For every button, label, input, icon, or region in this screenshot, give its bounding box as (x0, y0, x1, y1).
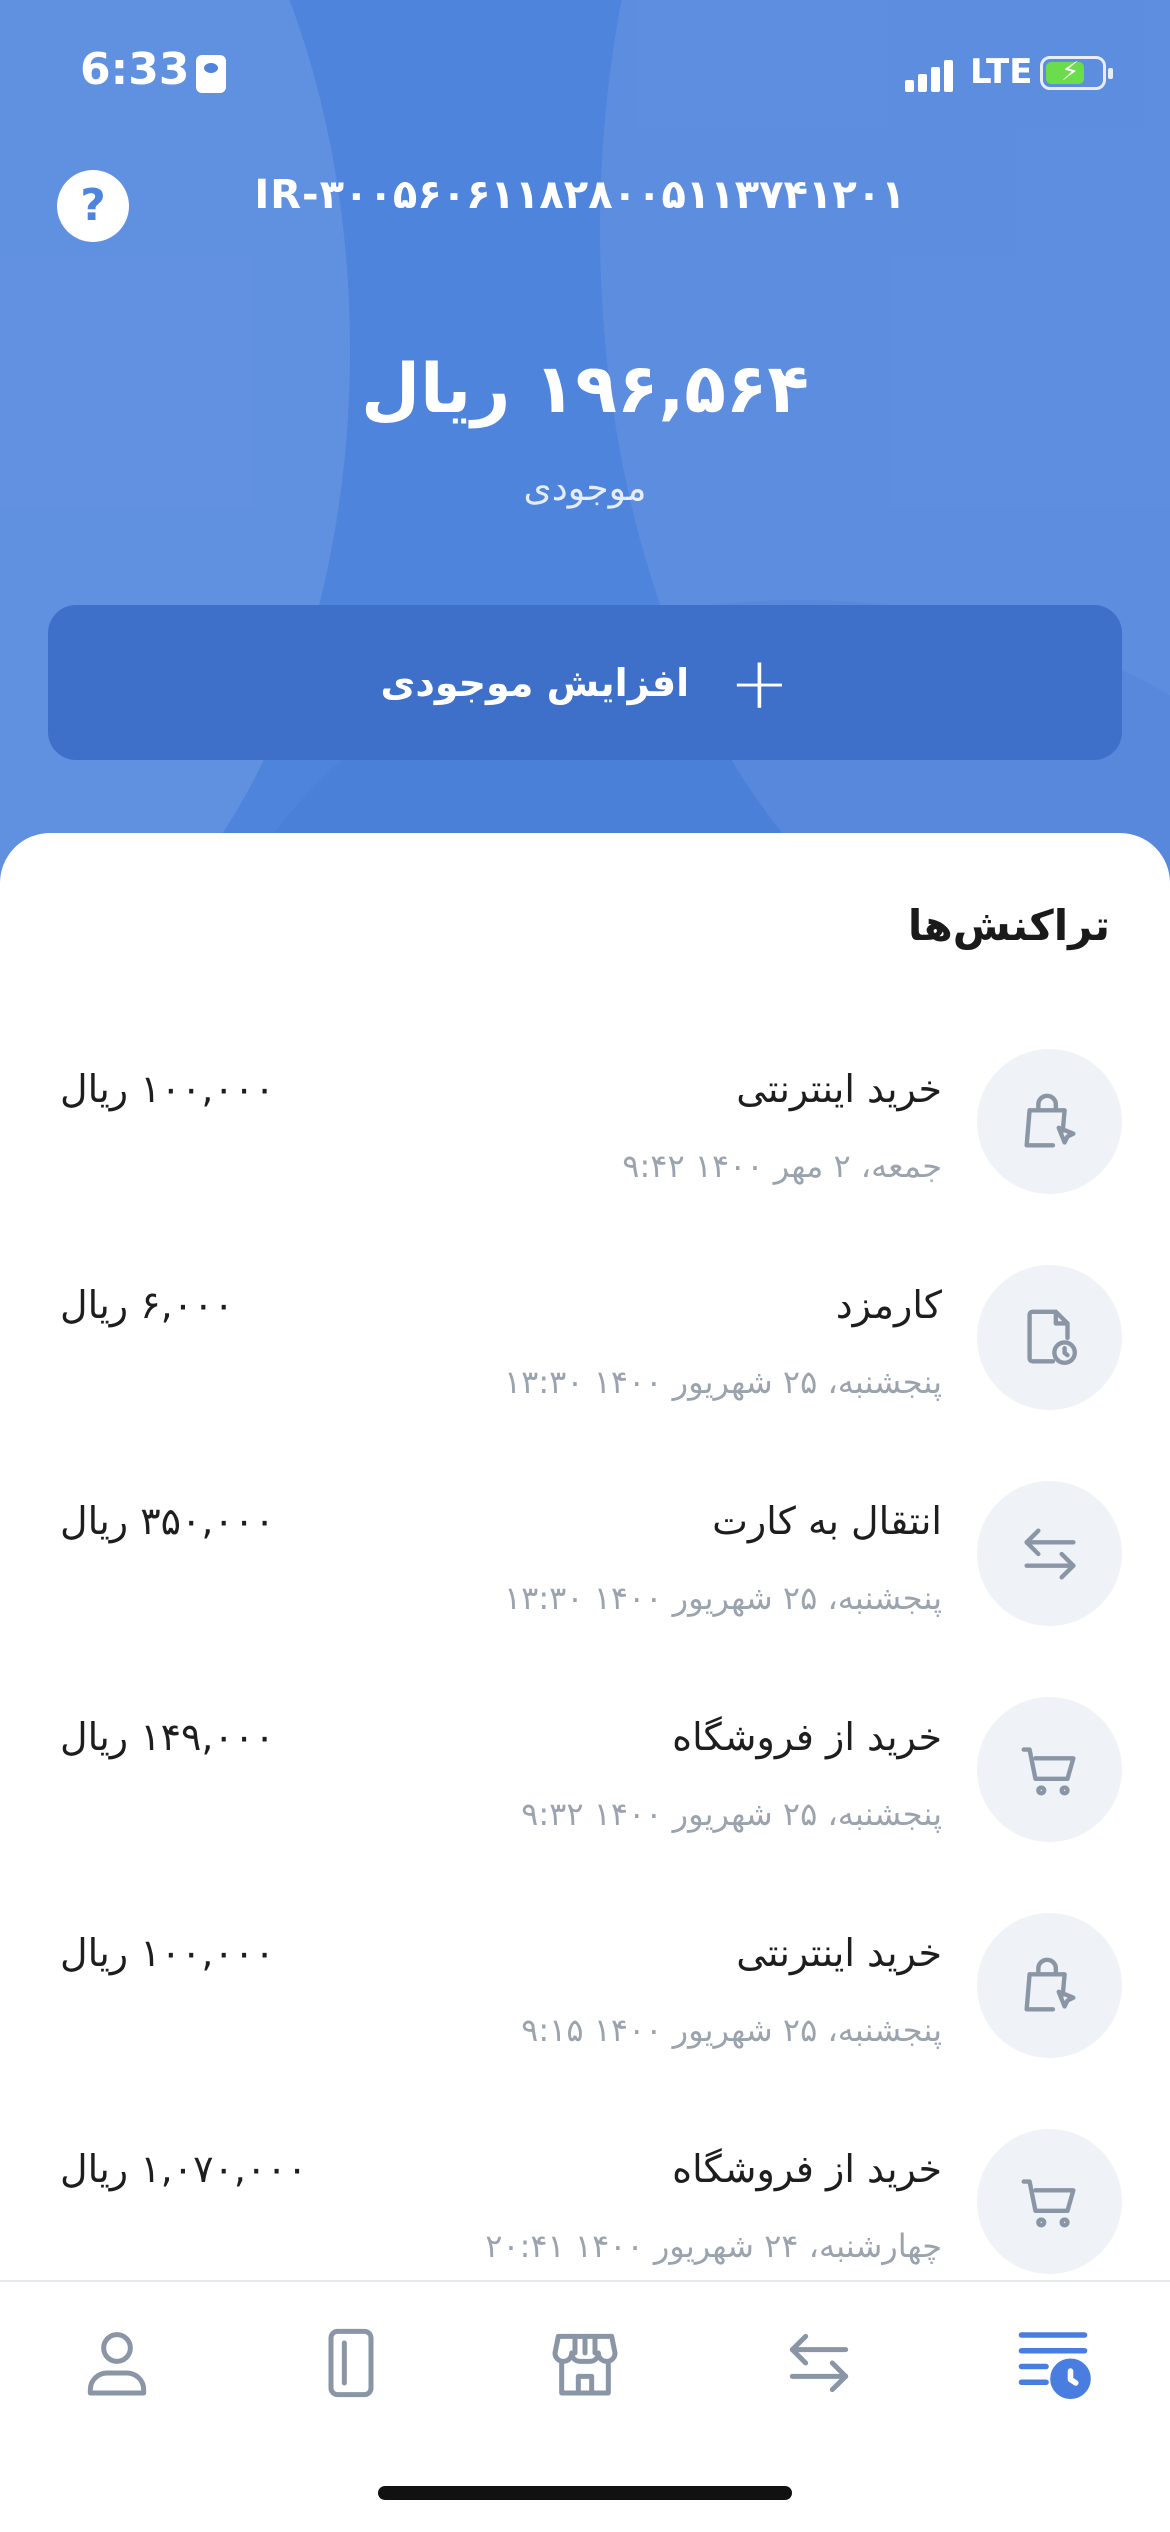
header-panel: 6:33 LTE ⚡ ? IR-۳۰۰۵۶۰۶۱۱۸۲۸۰۰۵۱۱۳۷۴۱۲۰۱… (0, 0, 1170, 900)
signal-icon (905, 60, 955, 92)
balance-amount: ۱۹۶,۵۶۴ ریال (361, 350, 809, 429)
status-bar: 6:33 LTE ⚡ (0, 0, 1170, 150)
transaction-row[interactable]: خرید از فروشگاه پنجشنبه، ۲۵ شهریور ۱۴۰۰ … (0, 1697, 1170, 1897)
nav-store[interactable] (540, 2318, 630, 2408)
section-title: تراکنش‌ها (907, 901, 1110, 950)
shopping-bag-cursor-icon (977, 1049, 1122, 1194)
topup-button[interactable]: + افزایش موجودی (48, 605, 1122, 760)
user-icon (87, 2332, 147, 2396)
transaction-amount: ۱۰۰,۰۰۰ ریال (60, 1067, 275, 1111)
transaction-amount: ۱,۰۷۰,۰۰۰ ریال (60, 2147, 308, 2191)
transaction-date: پنجشنبه، ۲۵ شهریور ۱۴۰۰ ۱۳:۳۰ (503, 1579, 942, 1617)
transaction-title: کارمزد (835, 1283, 942, 1327)
transaction-date: جمعه، ۲ مهر ۱۴۰۰ ۹:۴۲ (622, 1147, 942, 1185)
transaction-title: خرید اینترنتی (736, 1931, 942, 1975)
plus-icon: + (729, 640, 790, 725)
document-clock-icon (977, 1265, 1122, 1410)
nav-profile[interactable] (72, 2318, 162, 2408)
network-label: LTE (970, 52, 1033, 92)
cart-icon (977, 2129, 1122, 2274)
help-button[interactable]: ? (57, 170, 129, 242)
transaction-amount: ۱۰۰,۰۰۰ ریال (60, 1931, 275, 1975)
transaction-title: خرید اینترنتی (736, 1067, 942, 1111)
transaction-row[interactable]: کارمزد پنجشنبه، ۲۵ شهریور ۱۴۰۰ ۱۳:۳۰ ۶,۰… (0, 1265, 1170, 1465)
transaction-date: چهارشنبه، ۲۴ شهریور ۱۴۰۰ ۲۰:۴۱ (485, 2227, 942, 2265)
home-indicator (378, 2486, 792, 2500)
transaction-title: انتقال به کارت (712, 1499, 942, 1543)
transactions-sheet: تراکنش‌ها خرید اینترنتی جمعه، ۲ مهر ۱۴۰۰… (0, 833, 1170, 2532)
topup-label: افزایش موجودی (380, 660, 690, 705)
shopping-bag-cursor-icon (977, 1913, 1122, 2058)
nav-cards[interactable] (306, 2318, 396, 2408)
balance-label: موجودی (523, 468, 647, 509)
transaction-date: پنجشنبه، ۲۵ شهریور ۱۴۰۰ ۹:۱۵ (521, 2011, 942, 2049)
iban-number: IR-۳۰۰۵۶۰۶۱۱۸۲۸۰۰۵۱۱۳۷۴۱۲۰۱ (254, 172, 906, 218)
store-icon (552, 2333, 618, 2396)
nav-transfer[interactable] (774, 2318, 864, 2408)
status-time: 6:33 (80, 44, 190, 95)
card-icon (328, 2328, 374, 2398)
transaction-date: پنجشنبه، ۲۵ شهریور ۱۴۰۰ ۹:۳۲ (521, 1795, 942, 1833)
id-card-icon (196, 55, 226, 93)
transfer-arrows-icon (977, 1481, 1122, 1626)
transaction-row[interactable]: خرید اینترنتی جمعه، ۲ مهر ۱۴۰۰ ۹:۴۲ ۱۰۰,… (0, 1049, 1170, 1249)
transaction-amount: ۶,۰۰۰ ریال (60, 1283, 234, 1327)
transaction-title: خرید از فروشگاه (672, 2147, 942, 2191)
transaction-date: پنجشنبه، ۲۵ شهریور ۱۴۰۰ ۱۳:۳۰ (503, 1363, 942, 1401)
transaction-row[interactable]: خرید اینترنتی پنجشنبه، ۲۵ شهریور ۱۴۰۰ ۹:… (0, 1913, 1170, 2113)
transaction-amount: ۳۵۰,۰۰۰ ریال (60, 1499, 275, 1543)
transaction-title: خرید از فروشگاه (672, 1715, 942, 1759)
transfer-arrows-icon (789, 2333, 849, 2393)
transaction-row[interactable]: انتقال به کارت پنجشنبه، ۲۵ شهریور ۱۴۰۰ ۱… (0, 1481, 1170, 1681)
list-clock-icon (1018, 2332, 1091, 2400)
transaction-amount: ۱۴۹,۰۰۰ ریال (60, 1715, 275, 1759)
cart-icon (977, 1697, 1122, 1842)
battery-icon: ⚡ (1040, 56, 1113, 90)
nav-transactions[interactable] (1008, 2318, 1098, 2408)
